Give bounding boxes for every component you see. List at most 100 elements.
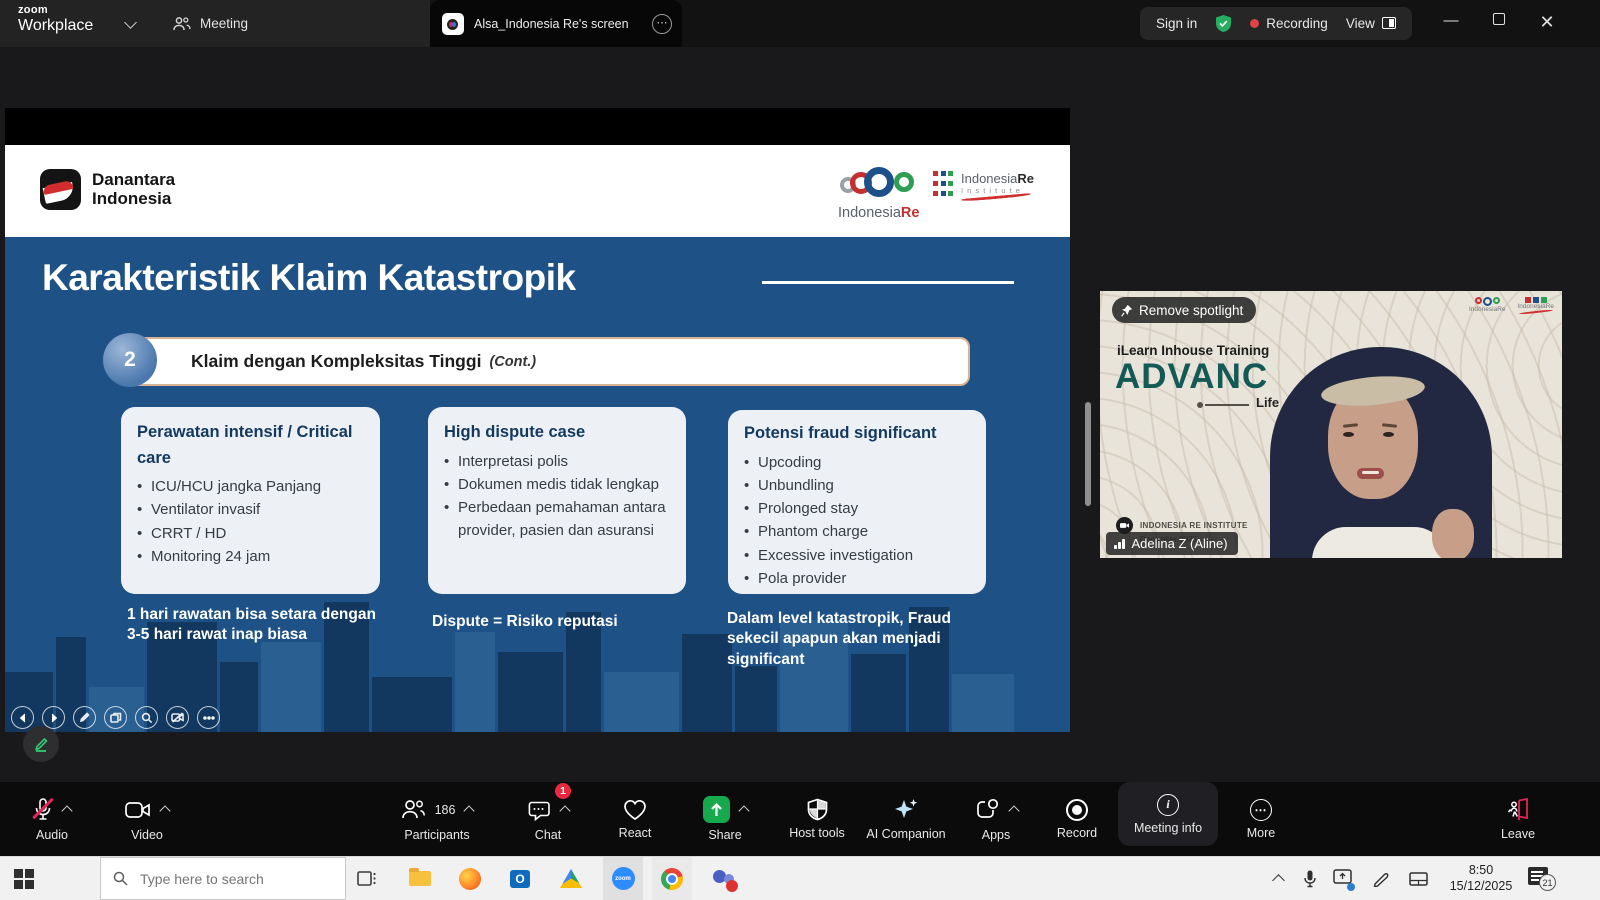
start-button[interactable]: [14, 869, 34, 889]
card-bullet: •Pola provider: [744, 567, 970, 590]
participants-button[interactable]: 186 Participants: [377, 782, 497, 856]
remove-spotlight-button[interactable]: Remove spotlight: [1112, 297, 1256, 323]
minimize-button[interactable]: —: [1436, 12, 1466, 29]
slides-overview-icon[interactable]: [104, 706, 127, 729]
workspace-dropdown-icon[interactable]: [124, 16, 137, 29]
card-bullet: •Monitoring 24 jam: [137, 545, 364, 568]
annotate-button[interactable]: [23, 726, 59, 762]
google-drive-icon[interactable]: [551, 857, 591, 900]
info-icon: i: [1157, 794, 1179, 816]
host-tools-shield-icon: [807, 798, 828, 821]
card-bullet: •ICU/HCU jangka Panjang: [137, 475, 364, 498]
taskbar-clock[interactable]: 8:50 15/12/2025: [1438, 862, 1524, 895]
search-icon: [113, 871, 128, 886]
tray-screenshare-icon[interactable]: [1322, 857, 1362, 900]
shared-screen-letterbox: [5, 108, 1070, 145]
video-slide-subtitle: Life: [1256, 395, 1279, 410]
people-app-icon[interactable]: [703, 857, 743, 900]
close-button[interactable]: ✕: [1532, 12, 1562, 33]
section-number-badge: 2: [103, 333, 157, 387]
participant-name: Adelina Z (Aline): [1132, 536, 1228, 551]
outlook-icon[interactable]: O: [500, 857, 540, 900]
brand-line2: Workplace: [18, 18, 93, 34]
spotlight-video-tile[interactable]: Remove spotlight IndonesiaRe IndonesiaRe: [1100, 291, 1562, 558]
search-input[interactable]: [138, 870, 318, 888]
notification-center-button[interactable]: 21: [1528, 867, 1548, 885]
react-label: React: [619, 826, 652, 840]
chat-options-icon[interactable]: [559, 805, 570, 816]
tray-touchpad-icon[interactable]: [1398, 857, 1438, 900]
leave-button[interactable]: Leave: [1473, 782, 1563, 856]
clock-date: 15/12/2025: [1438, 878, 1524, 894]
meeting-info-button[interactable]: i Meeting info: [1118, 782, 1218, 846]
zoom-meeting-window: zoom Workplace Meeting Alsa_Indonesia Re…: [0, 0, 1600, 900]
tray-pen-icon[interactable]: [1360, 857, 1400, 900]
card-high-dispute: High dispute case •Interpretasi polis •D…: [428, 407, 686, 594]
card-title: Potensi fraud significant: [744, 421, 970, 447]
tab-shared-screen-label: Alsa_Indonesia Re's screen: [474, 17, 629, 31]
video-button[interactable]: Video: [102, 782, 192, 856]
task-view-button[interactable]: [347, 857, 387, 900]
card-potensi-fraud: Potensi fraud significant •Upcoding •Unb…: [728, 410, 986, 594]
share-label: Share: [708, 828, 741, 842]
share-button[interactable]: Share: [680, 782, 770, 856]
audio-signal-icon: [1114, 539, 1125, 549]
share-options-icon[interactable]: [738, 805, 749, 816]
titlebar-left-section: zoom Workplace Meeting: [0, 0, 430, 47]
ai-companion-button[interactable]: AI Companion: [846, 782, 966, 856]
chat-button[interactable]: Chat 1: [503, 782, 593, 856]
window-titlebar: zoom Workplace Meeting Alsa_Indonesia Re…: [0, 0, 1600, 47]
card-bullet: •Perbedaan pemahaman antara provider, pa…: [444, 496, 670, 543]
recording-indicator: Recording: [1250, 16, 1328, 31]
record-button[interactable]: Record: [1032, 782, 1122, 856]
card-bullet: •Prolonged stay: [744, 497, 970, 520]
share-screen-icon: [703, 796, 730, 823]
participant-face: [1357, 468, 1384, 479]
tab-options-icon[interactable]: ⋯: [652, 14, 672, 34]
file-explorer-icon[interactable]: [400, 857, 440, 900]
audio-options-icon[interactable]: [61, 805, 72, 816]
more-controls-icon[interactable]: [197, 706, 220, 729]
institute-text: Indonesia: [961, 171, 1017, 186]
card-title: Perawatan intensif / Critical care: [137, 420, 364, 471]
clock-time: 8:50: [1438, 862, 1524, 878]
video-slide-dash: [1205, 404, 1249, 406]
participants-options-icon[interactable]: [464, 805, 475, 816]
next-slide-icon[interactable]: [42, 706, 65, 729]
more-ellipsis-icon: ⋯: [1250, 799, 1272, 821]
tab-meeting[interactable]: Meeting: [172, 0, 248, 47]
pen-tool-icon[interactable]: [73, 706, 96, 729]
apps-options-icon[interactable]: [1008, 805, 1019, 816]
brand-line1: zoom: [18, 5, 93, 16]
react-button[interactable]: React: [590, 782, 680, 856]
sign-in-button[interactable]: Sign in: [1156, 16, 1197, 31]
maximize-button[interactable]: [1484, 12, 1514, 29]
security-shield-icon[interactable]: [1215, 14, 1232, 33]
indonesiare-logo: IndonesiaRe: [838, 165, 919, 221]
audio-label: Audio: [36, 828, 68, 842]
mini-logo-text: IndonesiaRe: [1469, 306, 1506, 313]
firefox-icon[interactable]: [450, 857, 490, 900]
apps-button[interactable]: Apps: [951, 782, 1041, 856]
chrome-icon[interactable]: [652, 857, 692, 900]
tab-shared-screen[interactable]: Alsa_Indonesia Re's screen ⋯: [430, 0, 682, 47]
org-name: INDONESIA RE INSTITUTE: [1140, 521, 1248, 530]
view-button[interactable]: View: [1346, 16, 1396, 31]
video-label: Video: [131, 828, 163, 842]
more-button[interactable]: ⋯ More: [1216, 782, 1306, 856]
zoom-magnifier-icon[interactable]: [135, 706, 158, 729]
danantara-logo-icon: [40, 169, 81, 210]
chat-unread-badge: 1: [555, 783, 571, 799]
titlebar-status-cluster: Sign in Recording View: [1140, 7, 1412, 40]
taskbar-search[interactable]: [100, 857, 346, 900]
panel-resize-handle[interactable]: [1085, 402, 1091, 506]
card-bullet: •Excessive investigation: [744, 544, 970, 567]
section-banner-cont: (Cont.): [489, 354, 536, 370]
video-options-icon[interactable]: [159, 805, 170, 816]
participants-label: Participants: [404, 828, 469, 842]
audio-button[interactable]: Audio: [7, 782, 97, 856]
people-icon: [172, 16, 191, 32]
camera-off-icon[interactable]: [166, 706, 189, 729]
zoom-app-icon[interactable]: zoom: [603, 857, 643, 900]
previous-slide-icon[interactable]: [11, 706, 34, 729]
